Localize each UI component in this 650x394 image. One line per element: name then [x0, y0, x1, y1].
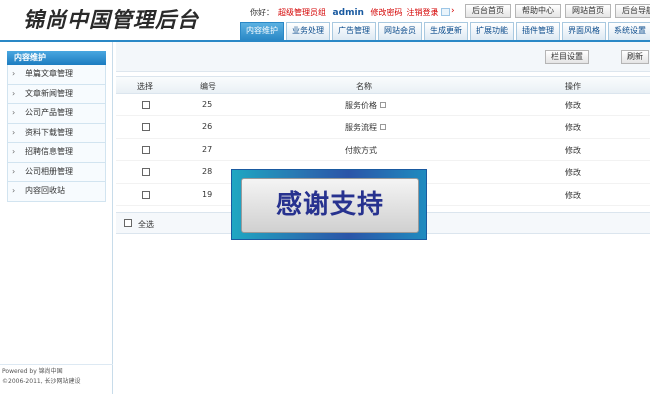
row-name[interactable]: 付款方式 — [345, 145, 377, 156]
chevron-right-icon: › — [12, 186, 16, 195]
chevron-right-icon: › — [12, 147, 16, 156]
header-id: 编号 — [200, 82, 216, 91]
help-center-button[interactable]: 帮助中心 — [515, 4, 561, 18]
thanks-banner-text: 感谢支持 — [241, 178, 419, 233]
row-name-text[interactable]: 付款方式 — [345, 146, 377, 155]
column-settings-button[interactable]: 栏目设置 — [545, 50, 589, 64]
sidebar-item-label: 公司产品管理 — [25, 108, 73, 117]
powered-by: Powered by 锦尚中国 — [2, 368, 63, 375]
tab-generate[interactable]: 生成更新 — [424, 22, 468, 40]
top-buttons: 后台首页 帮助中心 网站首页 后台导航 — [465, 4, 650, 18]
sidebar-item-label: 公司相册管理 — [25, 166, 73, 176]
header-name: 名称 — [356, 82, 372, 91]
sidebar-item-downloads[interactable]: › 资料下载管理 — [7, 123, 106, 143]
sidebar-item-products[interactable]: › 公司产品管理 — [7, 104, 106, 124]
tab-business[interactable]: 业务处理 — [286, 22, 330, 40]
tab-settings[interactable]: 系统设置 — [608, 22, 650, 40]
sidebar-item-single-article[interactable]: › 单篇文章管理 — [7, 65, 106, 85]
user-bar: 你好： 超级管理员组 admin 修改密码 注销登录 — [250, 7, 442, 19]
chevron-right-icon: › — [12, 108, 16, 117]
table-header: 选择 编号 名称 操作 — [116, 76, 650, 94]
tab-plugins[interactable]: 插件管理 — [516, 22, 560, 40]
row-id: 19 — [202, 189, 213, 199]
header-action: 操作 — [565, 82, 581, 91]
sidebar-item-label: 招聘信息管理 — [25, 147, 73, 156]
toggle-box-icon[interactable] — [441, 8, 450, 16]
sidebar-item-jobs[interactable]: › 招聘信息管理 — [7, 143, 106, 163]
edit-link[interactable]: 修改 — [565, 145, 581, 156]
row-checkbox[interactable] — [142, 168, 150, 177]
toolbar: 栏目设置 刷新 — [116, 42, 650, 72]
sidebar-title: 内容维护 — [7, 51, 106, 65]
chevron-right-icon: › — [12, 88, 16, 98]
edit-link[interactable]: 修改 — [565, 190, 581, 201]
edit-link[interactable]: 修改 — [565, 167, 581, 178]
refresh-button[interactable]: 刷新 — [621, 50, 649, 64]
site-logo: 锦尚中国管理后台 — [23, 7, 199, 32]
username: admin — [332, 8, 364, 18]
tab-members[interactable]: 网站会员 — [378, 22, 422, 40]
sidebar-footer: Powered by 锦尚中国 ©2006-2011, 长沙网站建设 — [0, 364, 113, 387]
sidebar-item-news[interactable]: › 文章新闻管理 — [7, 84, 106, 104]
sidebar-item-label: 内容回收站 — [25, 186, 65, 195]
edit-link[interactable]: 修改 — [565, 100, 581, 111]
sidebar-list: › 单篇文章管理 › 文章新闻管理 › 公司产品管理 › 资料下载管理 › 招聘信息管理 … — [7, 65, 106, 202]
table-row: 26 服务流程 修改 — [116, 116, 650, 139]
external-link-icon[interactable] — [380, 124, 386, 131]
toggle-arrows[interactable]: ‹ › — [433, 6, 455, 18]
sidebar-item-label: 资料下载管理 — [25, 127, 73, 137]
header-select: 选择 — [137, 82, 153, 91]
select-all-checkbox[interactable] — [124, 219, 132, 227]
row-checkbox[interactable] — [142, 190, 150, 199]
main-nav: 内容维护 业务处理 广告管理 网站会员 生成更新 扩展功能 插件管理 界面风格 … — [240, 22, 650, 40]
header: 锦尚中国管理后台 你好： 超级管理员组 admin 修改密码 注销登录 ‹ › 后台… — [0, 0, 650, 40]
greeting: 你好： — [250, 8, 274, 17]
right-arrow-icon[interactable]: › — [451, 6, 455, 16]
tab-style[interactable]: 界面风格 — [562, 22, 606, 40]
table-row: 27 付款方式 修改 — [116, 139, 650, 162]
sidebar-item-label: 单篇文章管理 — [25, 69, 73, 78]
site-home-button[interactable]: 网站首页 — [565, 4, 611, 18]
chevron-right-icon: › — [12, 166, 16, 176]
copyright: ©2006-2011, 长沙网站建设 — [2, 378, 81, 385]
left-arrow-icon[interactable]: ‹ — [433, 6, 437, 16]
external-link-icon[interactable] — [380, 102, 386, 108]
row-id: 25 — [202, 100, 213, 109]
sidebar-item-recycle-bin[interactable]: › 内容回收站 — [7, 182, 106, 202]
select-all-label[interactable]: 全选 — [138, 219, 154, 230]
row-checkbox[interactable] — [142, 101, 150, 109]
row-id: 26 — [202, 122, 213, 132]
sidebar: 内容维护 › 单篇文章管理 › 文章新闻管理 › 公司产品管理 › 资料下载管理 › 招聘… — [0, 42, 113, 394]
tab-content[interactable]: 内容维护 — [240, 22, 284, 40]
change-password-link[interactable]: 修改密码 — [370, 8, 402, 17]
row-id: 28 — [202, 167, 213, 177]
user-role: 超级管理员组 — [278, 8, 326, 17]
row-name[interactable]: 服务价格 — [345, 100, 386, 111]
row-name[interactable]: 服务流程 — [345, 122, 386, 133]
thanks-banner: 感谢支持 — [231, 169, 427, 240]
sidebar-item-label: 文章新闻管理 — [25, 88, 73, 98]
tab-ads[interactable]: 广告管理 — [332, 22, 376, 40]
admin-home-button[interactable]: 后台首页 — [465, 4, 511, 18]
sidebar-item-album[interactable]: › 公司相册管理 — [7, 162, 106, 182]
row-id: 27 — [202, 144, 213, 154]
chevron-right-icon: › — [12, 69, 16, 78]
tab-extensions[interactable]: 扩展功能 — [470, 22, 514, 40]
edit-link[interactable]: 修改 — [565, 122, 581, 133]
admin-nav-button[interactable]: 后台导航 — [615, 4, 650, 18]
row-name-text[interactable]: 服务价格 — [345, 101, 377, 110]
row-checkbox[interactable] — [142, 145, 150, 154]
row-checkbox[interactable] — [142, 123, 150, 132]
table-row: 25 服务价格 修改 — [116, 94, 650, 117]
chevron-right-icon: › — [12, 127, 16, 137]
row-name-text[interactable]: 服务流程 — [345, 123, 377, 132]
